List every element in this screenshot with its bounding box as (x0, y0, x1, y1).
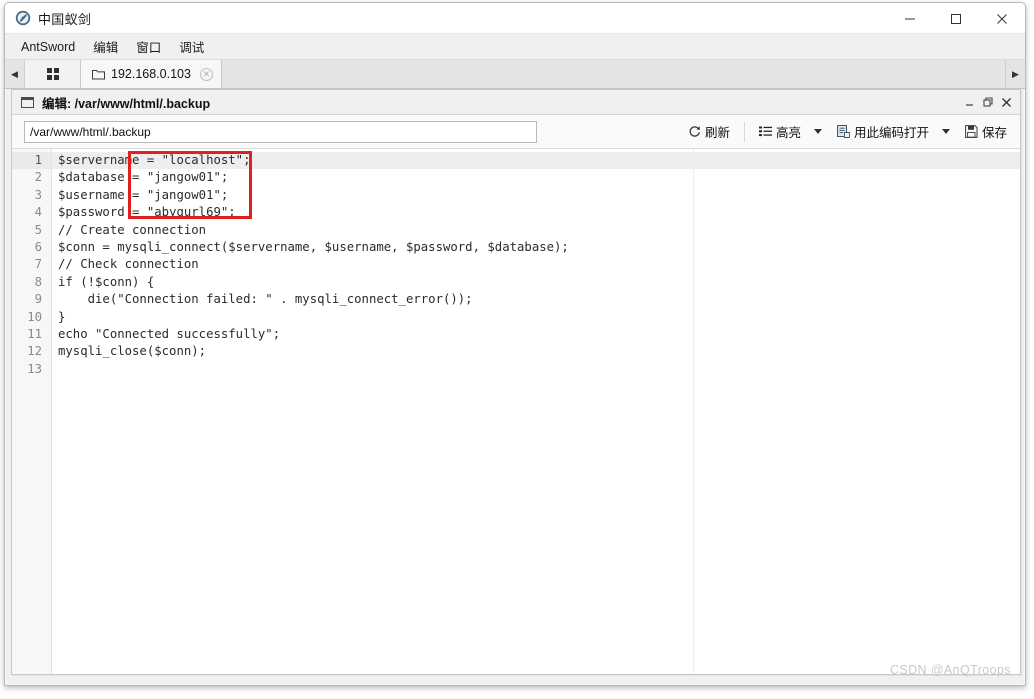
line-number: 12 (27, 344, 42, 359)
panel-minimize-button[interactable] (962, 93, 979, 112)
line-number: 10 (27, 309, 42, 324)
code-line[interactable]: echo "Connected successfully"; (52, 326, 1020, 343)
menu-edit[interactable]: 编辑 (84, 34, 127, 59)
code-line[interactable]: $password = "abygurl69"; (52, 204, 1020, 221)
code-line[interactable]: } (52, 309, 1020, 326)
menubar: AntSword 编辑 窗口 调试 (5, 34, 1025, 60)
code-line[interactable] (52, 361, 1020, 378)
tab-192-168-0-103[interactable]: 192.168.0.103 ✕ (81, 60, 222, 88)
tabbar-empty-area (221, 60, 1005, 88)
menu-window[interactable]: 窗口 (127, 34, 170, 59)
line-number: 9 (34, 292, 42, 307)
code-editor[interactable]: 1 2 3 4 5 6 7 8 9 10 11 12 13 $servername = "localho… (12, 149, 1020, 674)
close-button[interactable] (979, 3, 1025, 34)
line-number: 6 (34, 239, 42, 254)
line-number: 8 (34, 274, 42, 289)
line-number: 5 (34, 222, 42, 237)
line-number: 3 (34, 187, 42, 202)
open-with-encoding-label: 用此编码打开 (853, 126, 929, 140)
window-title: 中国蚁剑 (38, 11, 92, 27)
menu-antsword[interactable]: AntSword (12, 37, 84, 57)
window-icon (21, 96, 34, 108)
save-label: 保存 (981, 126, 1007, 140)
save-button[interactable]: 保存 (959, 119, 1013, 144)
grid-icon (46, 68, 59, 80)
editor-panel: 编辑: /var/www/html/.backup /var/www/html/… (11, 89, 1021, 675)
code-line[interactable]: die("Connection failed: " . mysqli_conne… (52, 291, 1020, 308)
code-line[interactable]: $servername = "localhost"; (52, 152, 1020, 170)
tab-close-icon[interactable]: ✕ (199, 67, 213, 81)
code-line[interactable]: mysqli_close($conn); (52, 343, 1020, 360)
encoding-icon (836, 125, 850, 138)
tab-label: 192.168.0.103 (111, 67, 191, 81)
tabbar: ◀ 192.168.0.103 ✕ ▶ (5, 60, 1025, 89)
panel-restore-button[interactable] (980, 93, 997, 112)
line-number: 11 (27, 326, 42, 341)
open-with-encoding-button[interactable]: 用此编码打开 (831, 119, 935, 144)
window-controls (887, 3, 1025, 34)
line-number: 1 (12, 152, 51, 170)
encoding-chevron-down-icon[interactable] (941, 129, 950, 134)
code-line[interactable]: $conn = mysqli_connect($servername, $use… (52, 239, 1020, 256)
line-number: 13 (27, 361, 42, 376)
floppy-icon (965, 125, 978, 138)
line-number: 2 (34, 170, 42, 185)
highlight-label: 高亮 (775, 126, 801, 140)
toolbar-separator (743, 121, 745, 142)
panel-close-button[interactable] (998, 93, 1015, 112)
editor-panel-titlebar: 编辑: /var/www/html/.backup (12, 90, 1020, 115)
code-line[interactable]: $username = "jangow01"; (52, 187, 1020, 204)
editor-toolbar: 刷新 高亮 (12, 115, 1020, 149)
tab-home-button[interactable] (25, 60, 81, 88)
minimize-button[interactable] (887, 3, 933, 34)
editor-panel-controls (962, 90, 1015, 115)
print-margin-ruler (693, 149, 694, 674)
refresh-icon (688, 125, 701, 138)
folder-icon (92, 69, 105, 80)
maximize-button[interactable] (933, 3, 979, 34)
line-number: 4 (34, 205, 42, 220)
tab-scroll-right-icon[interactable]: ▶ (1005, 60, 1025, 88)
menu-debug[interactable]: 调试 (170, 34, 213, 59)
highlight-button[interactable]: 高亮 (753, 119, 807, 144)
titlebar: 中国蚁剑 (5, 3, 1025, 34)
code-line[interactable]: $database = "jangow01"; (52, 169, 1020, 186)
editor-panel-title: 编辑: /var/www/html/.backup (42, 96, 211, 111)
code-line[interactable]: if (!$conn) { (52, 274, 1020, 291)
code-content[interactable]: $servername = "localhost"; $database = "j… (52, 149, 1020, 674)
highlight-chevron-down-icon[interactable] (813, 129, 822, 134)
antsword-logo-icon (14, 10, 31, 27)
file-path-input[interactable] (24, 120, 537, 143)
code-line[interactable]: // Check connection (52, 256, 1020, 273)
list-icon (758, 126, 772, 137)
refresh-button[interactable]: 刷新 (682, 119, 736, 144)
refresh-label: 刷新 (704, 126, 730, 140)
code-line[interactable]: // Create connection (52, 222, 1020, 239)
toolbar-actions: 刷新 高亮 用此编码打开 保存 (682, 119, 1013, 144)
line-number-gutter: 1 2 3 4 5 6 7 8 9 10 11 12 13 (12, 149, 52, 674)
app-window: 中国蚁剑 AntSword 编辑 窗口 调试 ◀ 192.168.0.103 ✕… (4, 2, 1026, 686)
tab-scroll-left-icon[interactable]: ◀ (5, 60, 25, 88)
watermark: CSDN @AnQTroops (889, 663, 1011, 677)
line-number: 7 (34, 257, 42, 272)
